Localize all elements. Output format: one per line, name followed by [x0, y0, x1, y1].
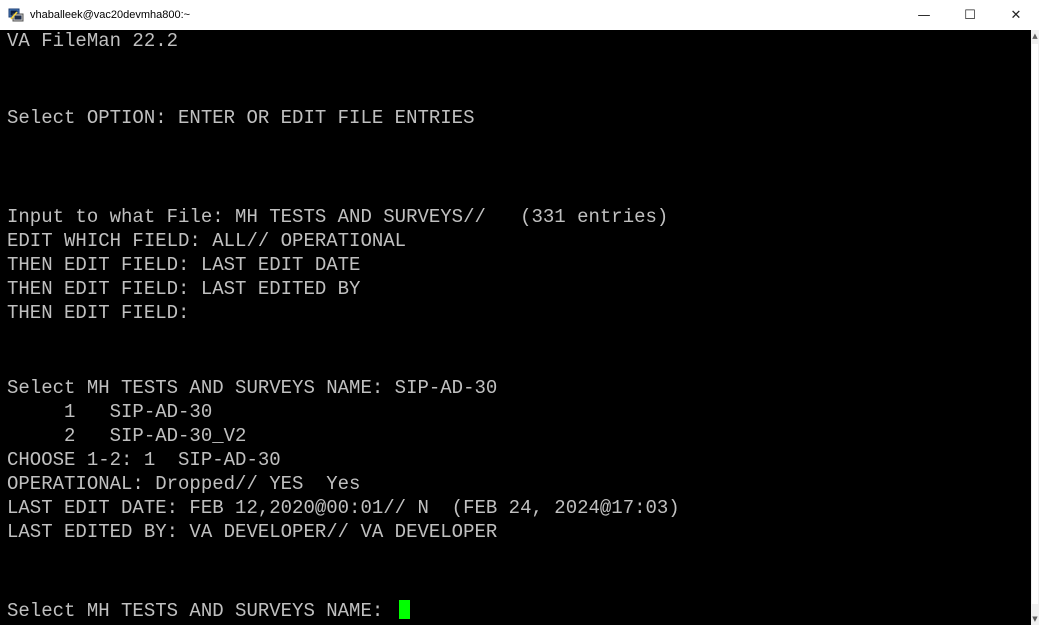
terminal-line: OPERATIONAL: Dropped// YES Yes	[7, 473, 361, 495]
scroll-down-arrow-icon[interactable]: ▼	[1031, 613, 1039, 625]
terminal-window: vhaballeek@vac20devmha800:~ — ☐ ✕ VA Fil…	[0, 0, 1039, 625]
terminal-line: 1 SIP-AD-30	[7, 401, 213, 423]
terminal-line: VA FileMan 22.2	[7, 30, 179, 52]
terminal-line: THEN EDIT FIELD: LAST EDIT DATE	[7, 254, 361, 276]
terminal-line: CHOOSE 1-2: 1 SIP-AD-30	[7, 449, 281, 471]
minimize-button[interactable]: —	[901, 0, 947, 30]
terminal-line: 2 SIP-AD-30_V2	[7, 425, 247, 447]
scrollbar-thumb[interactable]	[1032, 44, 1038, 604]
close-button[interactable]: ✕	[993, 0, 1039, 30]
maximize-button[interactable]: ☐	[947, 0, 993, 30]
putty-icon[interactable]	[8, 7, 24, 23]
window-title: vhaballeek@vac20devmha800:~	[30, 9, 191, 21]
terminal-line: EDIT WHICH FIELD: ALL// OPERATIONAL	[7, 230, 407, 252]
terminal-line: Input to what File: MH TESTS AND SURVEYS…	[7, 206, 669, 228]
terminal-line: THEN EDIT FIELD: LAST EDITED BY	[7, 278, 361, 300]
text-cursor	[398, 600, 410, 619]
window-controls: — ☐ ✕	[901, 0, 1039, 30]
terminal-output[interactable]: VA FileMan 22.2 Select OPTION: ENTER OR …	[0, 30, 1031, 625]
minimize-icon: —	[917, 7, 931, 23]
terminal-prompt-line[interactable]: Select MH TESTS AND SURVEYS NAME:	[7, 600, 410, 622]
close-icon: ✕	[1010, 7, 1022, 23]
terminal-prompt: Select MH TESTS AND SURVEYS NAME:	[7, 600, 395, 622]
terminal-line: LAST EDIT DATE: FEB 12,2020@00:01// N (F…	[7, 497, 680, 519]
terminal-line: Select OPTION: ENTER OR EDIT FILE ENTRIE…	[7, 107, 475, 129]
title-bar[interactable]: vhaballeek@vac20devmha800:~ — ☐ ✕	[0, 0, 1039, 30]
terminal-line: Select MH TESTS AND SURVEYS NAME: SIP-AD…	[7, 377, 498, 399]
maximize-icon: ☐	[964, 7, 976, 23]
scroll-up-arrow-icon[interactable]: ▲	[1031, 30, 1039, 42]
terminal-line: THEN EDIT FIELD:	[7, 302, 190, 324]
terminal-line: LAST EDITED BY: VA DEVELOPER// VA DEVELO…	[7, 521, 498, 543]
vertical-scrollbar[interactable]: ▲ ▼	[1031, 30, 1039, 625]
